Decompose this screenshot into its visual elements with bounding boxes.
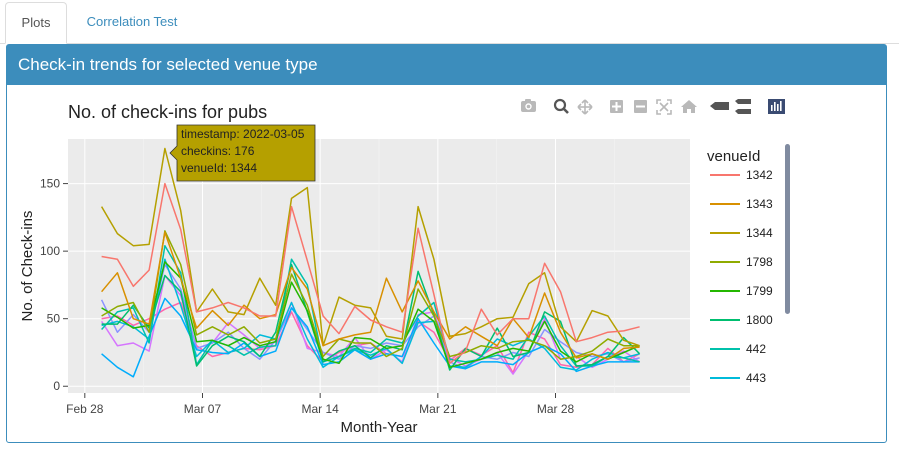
y-tick-label: 50	[47, 312, 61, 326]
tooltip-checkins: checkins: 176	[181, 144, 255, 158]
legend-title: venueId	[707, 148, 760, 165]
autoscale-icon[interactable]	[656, 99, 672, 115]
legend-item-label[interactable]: 1798	[746, 255, 773, 269]
chart-svg: No. of check-ins for pubs Feb 28 Mar 07 Ma…	[19, 98, 790, 436]
x-tick-label: Mar 28	[537, 402, 575, 416]
spike-lines-icon[interactable]	[710, 102, 729, 110]
zoom-out-icon[interactable]	[634, 100, 647, 113]
hover-tooltip: timestamp: 2022-03-05 checkins: 176 venu…	[169, 124, 316, 182]
x-tick-label: Mar 07	[184, 402, 222, 416]
compare-hover-icon[interactable]	[735, 99, 751, 114]
y-axis: 0 50 100 150	[40, 177, 68, 393]
x-tick-label: Mar 21	[419, 402, 457, 416]
pan-icon[interactable]	[577, 99, 593, 115]
legend-item-label[interactable]: 1344	[746, 226, 773, 240]
legend-item-label[interactable]: 1800	[746, 313, 773, 327]
zoom-icon[interactable]	[553, 98, 569, 114]
legend-item-label[interactable]: 1799	[746, 284, 773, 298]
modebar	[521, 98, 785, 115]
y-tick-label: 150	[40, 177, 60, 191]
tooltip-venueid: venueId: 1344	[181, 161, 257, 175]
legend-item-label[interactable]: 1342	[746, 168, 773, 182]
y-tick-label: 0	[53, 379, 60, 393]
legend: 1342 1343 1344 1798 1799 1800 442 443	[710, 168, 773, 385]
x-axis: Feb 28 Mar 07 Mar 14 Mar 21 Mar 28	[66, 393, 575, 416]
legend-item-label[interactable]: 1343	[746, 197, 773, 211]
y-axis-label: No. of Check-ins	[19, 211, 36, 322]
x-axis-label: Month-Year	[341, 419, 418, 436]
x-tick-label: Mar 14	[301, 402, 339, 416]
y-tick-label: 100	[40, 244, 60, 258]
chart-title: No. of check-ins for pubs	[68, 102, 267, 122]
plotly-logo-icon[interactable]	[768, 99, 785, 114]
legend-item-label[interactable]: 443	[746, 371, 766, 385]
zoom-in-icon[interactable]	[610, 100, 623, 113]
legend-scrollbar[interactable]	[785, 144, 790, 314]
camera-icon[interactable]	[521, 99, 536, 112]
tooltip-timestamp: timestamp: 2022-03-05	[181, 127, 305, 141]
x-tick-label: Feb 28	[66, 402, 104, 416]
legend-item-label[interactable]: 442	[746, 342, 766, 356]
reset-axes-icon[interactable]	[681, 100, 697, 113]
